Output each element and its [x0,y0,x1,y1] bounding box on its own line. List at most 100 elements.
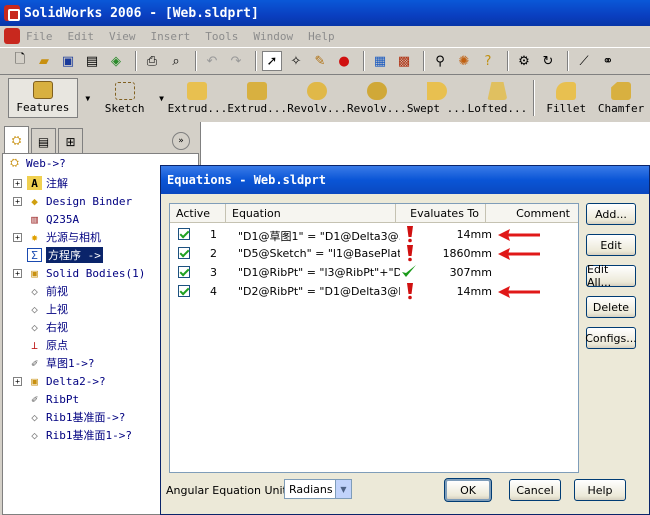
tree-item-annotations[interactable]: + A 注解 [13,174,68,192]
part-icon: ⛭ [10,156,19,169]
brick-texture-icon[interactable]: ▩ [394,51,414,71]
toolbar-separator [507,51,509,71]
column-equation[interactable]: Equation [226,204,396,222]
save-icon[interactable]: ▣ [58,51,78,71]
menu-help[interactable]: Help [308,30,335,43]
equations-list[interactable]: Active Equation Evaluates To Comment 1 "… [169,203,579,473]
feature-tree-tab[interactable]: ⛭ [4,126,29,154]
help-button[interactable]: Help [574,479,626,501]
tree-item-top-plane[interactable]: ◇ 上视 [27,300,68,318]
configs-button[interactable]: Configs... [585,327,637,349]
tree-item-sketch1[interactable]: ✐ 草图1->? [27,354,94,372]
orient-icon[interactable]: ⚙ [514,51,534,71]
equation-row[interactable]: 3 "D1@RibPt" = "l3@RibPt"+"D2... 307mm [170,263,578,282]
active-checkbox[interactable] [178,285,190,297]
undo-icon[interactable]: ↶ [202,51,222,71]
tree-item-design-binder[interactable]: + ◆ Design Binder [13,192,132,210]
grid-options-icon[interactable]: ▦ [370,51,390,71]
menu-tools[interactable]: Tools [205,30,238,43]
new-document-icon[interactable]: 🗋 [10,51,30,71]
print-preview-icon[interactable]: ▤ [82,51,102,71]
sketch-label: Sketch [104,102,145,115]
extrude-cut-button[interactable]: Extrud... [227,78,287,118]
menu-insert[interactable]: Insert [151,30,191,43]
expand-icon[interactable]: + [13,268,22,278]
features-tab-button[interactable]: Features [8,78,78,118]
tree-item-origin[interactable]: ⊥ 原点 [27,336,68,354]
expand-icon[interactable]: + [13,178,22,188]
toolbar-separator [195,51,197,71]
sketch-pencil-icon[interactable]: ✎ [310,51,330,71]
plane-icon: ◇ [31,320,38,334]
active-checkbox[interactable] [178,228,190,240]
tree-root[interactable]: ⛭ Web->? [7,154,66,172]
material-icon: ▥ [31,212,38,226]
toolbar-separator [423,51,425,71]
tree-item-lights-cameras[interactable]: + ✸ 光源与相机 [13,228,101,246]
revolve-cut-button[interactable]: Revolv... [347,78,407,118]
magnifier-icon[interactable]: ⌕ [166,51,186,71]
sketch-tab-button[interactable]: Sketch [94,78,156,118]
redo-icon[interactable]: ↷ [226,51,246,71]
swept-button[interactable]: Swept ... [407,78,467,118]
tree-item-label: Rib1基准面1->? [46,429,132,442]
property-manager-tab[interactable]: ▤ [31,128,56,154]
chevron-down-icon[interactable]: ▼ [335,480,351,498]
tree-item-front-plane[interactable]: ◇ 前视 [27,282,68,300]
appearance-icon[interactable]: ✺ [454,51,474,71]
rebuild-traffic-light-icon[interactable]: ● [334,51,354,71]
extrude-boss-button[interactable]: Extrud... [168,78,228,118]
menu-edit[interactable]: Edit [68,30,95,43]
active-checkbox[interactable] [178,247,190,259]
tree-item-right-plane[interactable]: ◇ 右视 [27,318,68,336]
lofted-button[interactable]: Lofted... [467,78,529,118]
column-evaluates-to[interactable]: Evaluates To [396,204,486,222]
window-title: SolidWorks 2006 - [Web.sldprt] [24,5,259,21]
features-dropdown-icon[interactable]: ▼ [82,78,94,118]
select-other-icon[interactable]: ✧ [286,51,306,71]
configuration-manager-tab[interactable]: ⊞ [58,128,83,154]
sketch-dropdown-icon[interactable]: ▼ [156,78,168,118]
expand-icon[interactable]: + [13,376,22,386]
chamfer-button[interactable]: Chamfer [592,78,650,118]
column-comment[interactable]: Comment [486,204,576,222]
angular-units-select[interactable]: Radians ▼ [284,479,352,499]
lightbulb-icon[interactable]: ⚲ [430,51,450,71]
tree-item-equations[interactable]: Σ 方程序 -> [27,246,103,264]
expand-panel-icon[interactable]: » [172,132,190,150]
tree-item-material[interactable]: ▥ Q235A [27,210,79,228]
menu-file[interactable]: File [26,30,53,43]
fillet-button[interactable]: Fillet [540,78,592,118]
mate-icon[interactable]: ⚭ [598,51,618,71]
column-active[interactable]: Active [170,204,226,222]
revolve-boss-button[interactable]: Revolv... [287,78,347,118]
ok-button[interactable]: OK [444,478,492,502]
printer-icon[interactable]: ⎙ [142,51,162,71]
edit-all-button[interactable]: Edit All... [586,263,636,289]
edit-button[interactable]: Edit [586,234,636,256]
cm-separator [533,80,536,116]
solidworks-menu-icon[interactable] [4,28,20,44]
cancel-button[interactable]: Cancel [509,479,561,501]
tree-item-rib1-plane[interactable]: ◇ Rib1基准面->? [27,408,125,426]
tree-item-rib1-plane1[interactable]: ◇ Rib1基准面1->? [27,426,132,444]
open-folder-icon[interactable]: ▰ [34,51,54,71]
delete-button[interactable]: Delete [586,296,636,318]
measure-icon[interactable]: ⟋ [574,51,594,71]
tree-item-delta2[interactable]: + ▣ Delta2->? [13,372,106,390]
menu-view[interactable]: View [109,30,136,43]
active-checkbox[interactable] [178,266,190,278]
extrude-cut-icon [247,82,268,100]
help-question-icon[interactable]: ? [478,51,498,71]
menu-window[interactable]: Window [253,30,293,43]
expand-icon[interactable]: + [13,232,22,242]
tree-item-solid-bodies[interactable]: + ▣ Solid Bodies(1) [13,264,145,282]
rotate-view-icon[interactable]: ↻ [538,51,558,71]
add-button[interactable]: Add... [586,203,636,225]
select-arrow-icon[interactable]: ➚ [262,51,282,71]
tree-item-ribpt[interactable]: ✐ RibPt [27,390,79,408]
revolve-boss-icon [307,82,328,100]
window-title-bar: SolidWorks 2006 - [Web.sldprt] [0,0,650,26]
expand-icon[interactable]: + [13,196,22,206]
make-drawing-icon[interactable]: ◈ [106,51,126,71]
